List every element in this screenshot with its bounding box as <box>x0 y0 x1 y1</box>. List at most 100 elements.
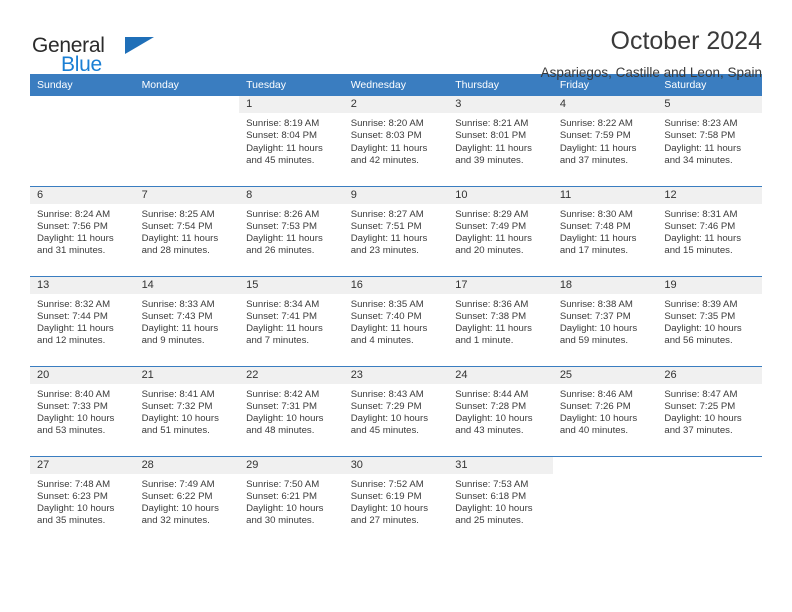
day-details: Sunrise: 8:19 AM Sunset: 8:04 PM Dayligh… <box>239 113 344 167</box>
daylight-text-line1: Daylight: 11 hours <box>350 323 428 335</box>
day-number: 31 <box>448 456 553 474</box>
day-cell[interactable]: 19 Sunrise: 8:39 AM Sunset: 7:35 PM Dayl… <box>657 275 762 366</box>
day-cell[interactable]: 2 Sunrise: 8:20 AM Sunset: 8:03 PM Dayli… <box>343 96 449 186</box>
day-cell[interactable]: 6 Sunrise: 8:24 AM Sunset: 7:56 PM Dayli… <box>30 185 135 276</box>
sunset-text: Sunset: 7:25 PM <box>664 400 736 412</box>
day-details: Sunrise: 7:49 AM Sunset: 6:22 PM Dayligh… <box>135 474 240 528</box>
daylight-text-line2: and 17 minutes. <box>559 245 629 257</box>
generalblue-logo[interactable]: General Blue <box>30 26 160 82</box>
day-details: Sunrise: 8:23 AM Sunset: 7:58 PM Dayligh… <box>657 113 762 167</box>
sunrise-text: Sunrise: 8:25 AM <box>141 208 215 220</box>
day-details: Sunrise: 7:48 AM Sunset: 6:23 PM Dayligh… <box>30 474 135 528</box>
day-details: Sunrise: 8:31 AM Sunset: 7:46 PM Dayligh… <box>657 204 762 258</box>
day-cell[interactable]: 16 Sunrise: 8:35 AM Sunset: 7:40 PM Dayl… <box>343 275 449 366</box>
day-cell <box>657 455 762 546</box>
day-cell[interactable]: 11 Sunrise: 8:30 AM Sunset: 7:48 PM Dayl… <box>552 185 658 276</box>
day-cell[interactable]: 14 Sunrise: 8:33 AM Sunset: 7:43 PM Dayl… <box>134 275 240 366</box>
sunrise-text: Sunrise: 8:30 AM <box>559 208 633 220</box>
daylight-text-line2: and 45 minutes. <box>350 425 419 437</box>
day-cell[interactable]: 30 Sunrise: 7:52 AM Sunset: 6:19 PM Dayl… <box>343 455 449 546</box>
daylight-text-line1: Daylight: 10 hours <box>246 413 324 425</box>
daylight-text-line2: and 28 minutes. <box>141 245 210 257</box>
daylight-text-line1: Daylight: 10 hours <box>559 323 638 335</box>
day-cell[interactable]: 18 Sunrise: 8:38 AM Sunset: 7:37 PM Dayl… <box>552 275 658 366</box>
day-number: 27 <box>30 456 135 474</box>
daylight-text-line2: and 20 minutes. <box>455 245 524 257</box>
sunrise-text: Sunrise: 8:24 AM <box>37 208 111 220</box>
daylight-text-line2: and 4 minutes. <box>350 335 414 347</box>
daylight-text-line1: Daylight: 11 hours <box>141 323 219 335</box>
day-cell[interactable]: 23 Sunrise: 8:43 AM Sunset: 7:29 PM Dayl… <box>343 365 449 456</box>
day-cell[interactable]: 27 Sunrise: 7:48 AM Sunset: 6:23 PM Dayl… <box>30 455 135 546</box>
sunset-text: Sunset: 7:59 PM <box>559 130 631 142</box>
daylight-text-line2: and 48 minutes. <box>246 425 315 437</box>
day-details: Sunrise: 8:35 AM Sunset: 7:40 PM Dayligh… <box>344 294 449 348</box>
daylight-text-line1: Daylight: 11 hours <box>559 142 637 154</box>
day-cell[interactable]: 29 Sunrise: 7:50 AM Sunset: 6:21 PM Dayl… <box>239 455 344 546</box>
day-details: Sunrise: 8:21 AM Sunset: 8:01 PM Dayligh… <box>448 113 553 167</box>
day-number: 1 <box>239 96 344 113</box>
sunrise-text: Sunrise: 8:47 AM <box>664 388 738 400</box>
day-cell[interactable]: 10 Sunrise: 8:29 AM Sunset: 7:49 PM Dayl… <box>448 185 553 276</box>
day-details: Sunrise: 8:27 AM Sunset: 7:51 PM Dayligh… <box>344 204 449 258</box>
day-details: Sunrise: 8:29 AM Sunset: 7:49 PM Dayligh… <box>448 204 553 258</box>
daylight-text-line1: Daylight: 10 hours <box>37 413 115 425</box>
sunrise-text: Sunrise: 8:38 AM <box>559 298 633 310</box>
day-number: 15 <box>239 276 344 294</box>
day-cell[interactable]: 24 Sunrise: 8:44 AM Sunset: 7:28 PM Dayl… <box>448 365 553 456</box>
sunset-text: Sunset: 7:40 PM <box>350 310 422 322</box>
sunrise-sunset-calendar: Sunday Monday Tuesday Wednesday Thursday… <box>30 74 762 546</box>
day-cell[interactable]: 9 Sunrise: 8:27 AM Sunset: 7:51 PM Dayli… <box>343 185 449 276</box>
day-number: 6 <box>30 186 135 204</box>
daylight-text-line1: Daylight: 11 hours <box>246 323 323 335</box>
sunset-text: Sunset: 8:04 PM <box>246 130 318 142</box>
day-number: 28 <box>134 456 240 474</box>
day-cell[interactable]: 1 Sunrise: 8:19 AM Sunset: 8:04 PM Dayli… <box>239 96 344 186</box>
daylight-text-line2: and 25 minutes. <box>455 515 524 527</box>
day-cell[interactable]: 22 Sunrise: 8:42 AM Sunset: 7:31 PM Dayl… <box>239 365 344 456</box>
day-cell[interactable]: 12 Sunrise: 8:31 AM Sunset: 7:46 PM Dayl… <box>657 185 762 276</box>
calendar-body: 1 Sunrise: 8:19 AM Sunset: 8:04 PM Dayli… <box>30 96 762 546</box>
sunrise-text: Sunrise: 7:52 AM <box>350 478 424 490</box>
sunset-text: Sunset: 7:37 PM <box>559 310 631 322</box>
daylight-text-line1: Daylight: 10 hours <box>664 323 742 335</box>
daylight-text-line1: Daylight: 11 hours <box>559 233 637 245</box>
day-cell[interactable]: 26 Sunrise: 8:47 AM Sunset: 7:25 PM Dayl… <box>657 365 762 456</box>
daylight-text-line1: Daylight: 10 hours <box>246 503 324 515</box>
daylight-text-line1: Daylight: 10 hours <box>141 413 219 425</box>
daylight-text-line1: Daylight: 10 hours <box>455 503 533 515</box>
sunrise-text: Sunrise: 8:35 AM <box>350 298 424 310</box>
daylight-text-line2: and 59 minutes. <box>559 335 629 347</box>
day-cell <box>135 96 240 186</box>
day-details: Sunrise: 8:42 AM Sunset: 7:31 PM Dayligh… <box>239 384 344 438</box>
day-cell[interactable]: 3 Sunrise: 8:21 AM Sunset: 8:01 PM Dayli… <box>448 96 553 186</box>
day-number: 24 <box>448 366 553 384</box>
day-cell[interactable]: 17 Sunrise: 8:36 AM Sunset: 7:38 PM Dayl… <box>448 275 553 366</box>
day-cell[interactable]: 28 Sunrise: 7:49 AM Sunset: 6:22 PM Dayl… <box>134 455 240 546</box>
day-cell[interactable]: 21 Sunrise: 8:41 AM Sunset: 7:32 PM Dayl… <box>134 365 240 456</box>
sunrise-text: Sunrise: 8:36 AM <box>455 298 529 310</box>
sunset-text: Sunset: 6:18 PM <box>455 490 527 502</box>
daylight-text-line2: and 37 minutes. <box>664 425 733 437</box>
sunset-text: Sunset: 8:03 PM <box>350 130 422 142</box>
daylight-text-line1: Daylight: 11 hours <box>664 142 741 154</box>
day-cell[interactable]: 4 Sunrise: 8:22 AM Sunset: 7:59 PM Dayli… <box>552 96 658 186</box>
sunset-text: Sunset: 7:28 PM <box>455 400 527 412</box>
day-cell[interactable]: 31 Sunrise: 7:53 AM Sunset: 6:18 PM Dayl… <box>448 455 553 546</box>
daylight-text-line2: and 42 minutes. <box>350 154 419 166</box>
day-details: Sunrise: 8:33 AM Sunset: 7:43 PM Dayligh… <box>135 294 240 348</box>
day-cell[interactable]: 8 Sunrise: 8:26 AM Sunset: 7:53 PM Dayli… <box>239 185 344 276</box>
day-cell[interactable]: 15 Sunrise: 8:34 AM Sunset: 7:41 PM Dayl… <box>239 275 344 366</box>
daylight-text-line2: and 12 minutes. <box>37 335 106 347</box>
day-cell[interactable]: 13 Sunrise: 8:32 AM Sunset: 7:44 PM Dayl… <box>30 275 135 366</box>
daylight-text-line2: and 51 minutes. <box>141 425 210 437</box>
day-cell[interactable]: 7 Sunrise: 8:25 AM Sunset: 7:54 PM Dayli… <box>134 185 240 276</box>
day-number: 3 <box>448 96 553 113</box>
daylight-text-line2: and 35 minutes. <box>37 515 106 527</box>
day-number: 13 <box>30 276 135 294</box>
day-number: 25 <box>552 366 658 384</box>
day-cell[interactable]: 20 Sunrise: 8:40 AM Sunset: 7:33 PM Dayl… <box>30 365 135 456</box>
day-cell[interactable]: 25 Sunrise: 8:46 AM Sunset: 7:26 PM Dayl… <box>552 365 658 456</box>
day-cell[interactable]: 5 Sunrise: 8:23 AM Sunset: 7:58 PM Dayli… <box>657 96 762 186</box>
daylight-text-line2: and 53 minutes. <box>37 425 106 437</box>
